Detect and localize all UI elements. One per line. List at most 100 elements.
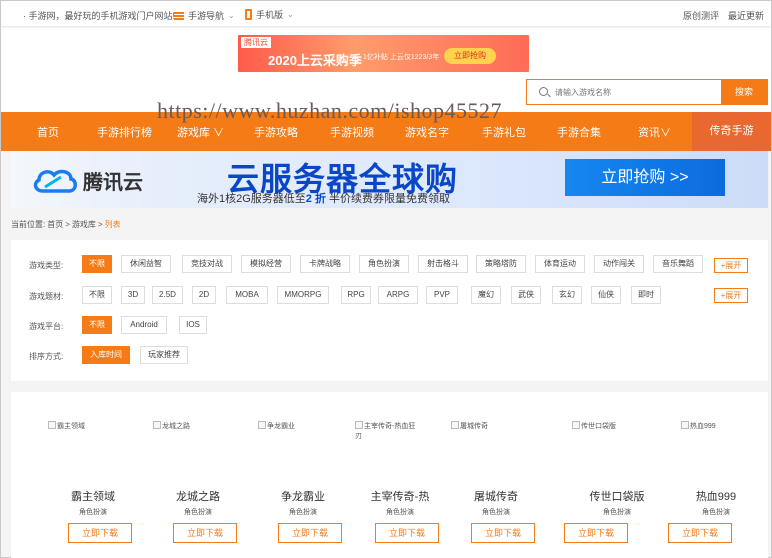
game-nav-dropdown[interactable]: 手游导航 ⌄	[174, 9, 235, 22]
nav-guides[interactable]: 手游攻略	[254, 124, 298, 140]
banner-sub-pre: 海外1核2G服务器低至	[197, 193, 306, 205]
game-name[interactable]: 热血999	[663, 488, 769, 504]
banner-cta-button[interactable]: 立即抢购 >>	[565, 159, 725, 196]
breadcrumb-current: 列表	[104, 220, 121, 229]
filter-option[interactable]: 音乐舞蹈	[653, 255, 703, 273]
breadcrumb-sep: >	[97, 220, 103, 229]
nav-collections[interactable]: 手游合集	[557, 124, 601, 140]
filter-option[interactable]: 不限	[82, 255, 112, 273]
sort-option[interactable]: 入库时间	[82, 346, 130, 364]
filter-label: 游戏平台:	[29, 322, 64, 331]
page: · 手游网，最好玩的手机游戏门户网站! 手游导航 ⌄ 手机版 ⌄ 原创测评 最近…	[0, 0, 772, 558]
game-name[interactable]: 龙城之路	[145, 488, 251, 504]
game-image[interactable]: 传世口袋版	[572, 421, 652, 461]
game-category: 角色扮演	[386, 509, 414, 516]
filter-option[interactable]: 模拟经营	[241, 255, 291, 273]
mobile-version-link[interactable]: 手机版 ⌄	[245, 8, 294, 21]
game-card[interactable]: 争龙霸业 争龙霸业 角色扮演 立即下载	[250, 392, 356, 558]
game-name[interactable]: 霸主领域	[40, 488, 146, 504]
nav-legend-games[interactable]: 传奇手游	[692, 112, 771, 151]
banner-subline: 海外1核2G服务器低至2 折 半价续费券限量免费领取	[197, 190, 450, 206]
filter-option[interactable]: MOBA	[226, 286, 268, 304]
filter-option[interactable]: 体育运动	[535, 255, 585, 273]
filter-option[interactable]: 武侠	[511, 286, 541, 304]
breadcrumb-prefix: 当前位置:	[11, 220, 46, 229]
filter-option[interactable]: 竞技对战	[182, 255, 232, 273]
game-image[interactable]: 屠城传奇	[451, 421, 531, 461]
watermark-url: https://www.huzhan.com/ishop45527	[157, 98, 503, 123]
filter-option[interactable]: 3D	[121, 286, 145, 304]
game-card[interactable]: 龙城之路 龙城之路 角色扮演 立即下载	[145, 392, 251, 558]
nav-game-library[interactable]: 游戏库 ∨	[177, 124, 224, 140]
game-name[interactable]: 争龙霸业	[250, 488, 356, 504]
sort-option[interactable]: 玩家推荐	[140, 346, 188, 364]
game-image-alt: 传世口袋版	[581, 423, 616, 430]
game-list: 霸主领域 霸主领域 角色扮演 立即下载 龙城之路 龙城之路 角色扮演 立即下载 …	[11, 392, 768, 558]
game-name[interactable]: 主宰传奇-热	[347, 488, 453, 504]
filter-option[interactable]: Android	[121, 316, 167, 334]
game-card[interactable]: 主宰传奇-热血狂刃 主宰传奇-热 角色扮演 立即下载	[347, 392, 453, 558]
filter-option[interactable]: IOS	[179, 316, 207, 334]
game-image[interactable]: 争龙霸业	[258, 421, 338, 461]
game-image[interactable]: 龙城之路	[153, 421, 233, 461]
download-button[interactable]: 立即下载	[173, 523, 237, 543]
filter-option[interactable]: PVP	[426, 286, 458, 304]
cloud-ad-banner[interactable]: 腾讯云 云服务器全球购 海外1核2G服务器低至2 折 半价续费券限量免费领取 立…	[11, 151, 768, 208]
download-button[interactable]: 立即下载	[278, 523, 342, 543]
game-name[interactable]: 屠城传奇	[443, 488, 549, 504]
search-button[interactable]: 搜索	[721, 80, 767, 104]
top-ad-banner[interactable]: 腾讯云 2020上云采购季 1亿补贴 上云仅1223/3年 立即抢购	[238, 35, 529, 72]
download-button[interactable]: 立即下载	[471, 523, 535, 543]
game-image-alt: 龙城之路	[162, 423, 190, 430]
filter-option[interactable]: MMORPG	[277, 286, 329, 304]
recent-updates-link[interactable]: 最近更新	[728, 9, 764, 22]
top-bar: · 手游网，最好玩的手机游戏门户网站! 手游导航 ⌄ 手机版 ⌄ 原创测评 最近…	[1, 1, 771, 27]
game-card[interactable]: 屠城传奇 屠城传奇 角色扮演 立即下载	[443, 392, 549, 558]
expand-type-button[interactable]: +展开	[714, 258, 748, 273]
game-card[interactable]: 热血999 热血999 角色扮演 立即下载	[663, 392, 769, 558]
game-image-alt: 屠城传奇	[460, 423, 488, 430]
expand-theme-button[interactable]: +展开	[714, 288, 748, 303]
download-button[interactable]: 立即下载	[375, 523, 439, 543]
game-image[interactable]: 热血999	[681, 421, 761, 461]
filter-option[interactable]: 卡牌战略	[300, 255, 350, 273]
filter-option[interactable]: 休闲益智	[121, 255, 171, 273]
nav-videos[interactable]: 手游视频	[330, 124, 374, 140]
original-review-link[interactable]: 原创测评	[683, 9, 719, 22]
filter-option[interactable]: 2D	[192, 286, 216, 304]
filter-option[interactable]: 不限	[82, 286, 112, 304]
nav-news[interactable]: 资讯∨	[638, 124, 671, 140]
game-image[interactable]: 霸主领域	[48, 421, 128, 461]
breadcrumb-home[interactable]: 首页	[47, 220, 63, 229]
download-button[interactable]: 立即下载	[668, 523, 732, 543]
filter-option[interactable]: 仙侠	[591, 286, 621, 304]
filter-option[interactable]: 射击格斗	[418, 255, 468, 273]
game-image-alt: 热血999	[690, 423, 716, 430]
filter-option[interactable]: 动作闯关	[594, 255, 644, 273]
nav-home[interactable]: 首页	[37, 124, 59, 140]
game-image[interactable]: 主宰传奇-热血狂刃	[355, 421, 421, 461]
filter-option[interactable]: ARPG	[378, 286, 418, 304]
ad-buy-button[interactable]: 立即抢购	[444, 48, 496, 64]
filter-option[interactable]: 不限	[82, 316, 112, 334]
game-name[interactable]: 传世口袋版	[564, 488, 670, 504]
cloud-logo-icon	[33, 169, 77, 193]
filter-option[interactable]: 2.5D	[152, 286, 183, 304]
filter-option[interactable]: 魔幻	[471, 286, 501, 304]
nav-gift-packs[interactable]: 手游礼包	[482, 124, 526, 140]
game-card[interactable]: 传世口袋版 传世口袋版 角色扮演 立即下载	[564, 392, 670, 558]
filter-option[interactable]: 即时	[631, 286, 661, 304]
breadcrumb-library[interactable]: 游戏库	[72, 220, 96, 229]
search-input[interactable]	[555, 85, 715, 99]
filter-option[interactable]: 玄幻	[552, 286, 582, 304]
filter-option[interactable]: RPG	[341, 286, 371, 304]
download-button[interactable]: 立即下载	[564, 523, 628, 543]
nav-game-names[interactable]: 游戏名字	[405, 124, 449, 140]
game-card[interactable]: 霸主领域 霸主领域 角色扮演 立即下载	[40, 392, 146, 558]
nav-ranking[interactable]: 手游排行榜	[97, 124, 152, 140]
filter-option[interactable]: 策略塔防	[476, 255, 526, 273]
download-button[interactable]: 立即下载	[68, 523, 132, 543]
filter-label: 排序方式:	[29, 352, 64, 361]
breadcrumb-sep: >	[65, 220, 70, 229]
filter-option[interactable]: 角色扮演	[359, 255, 409, 273]
